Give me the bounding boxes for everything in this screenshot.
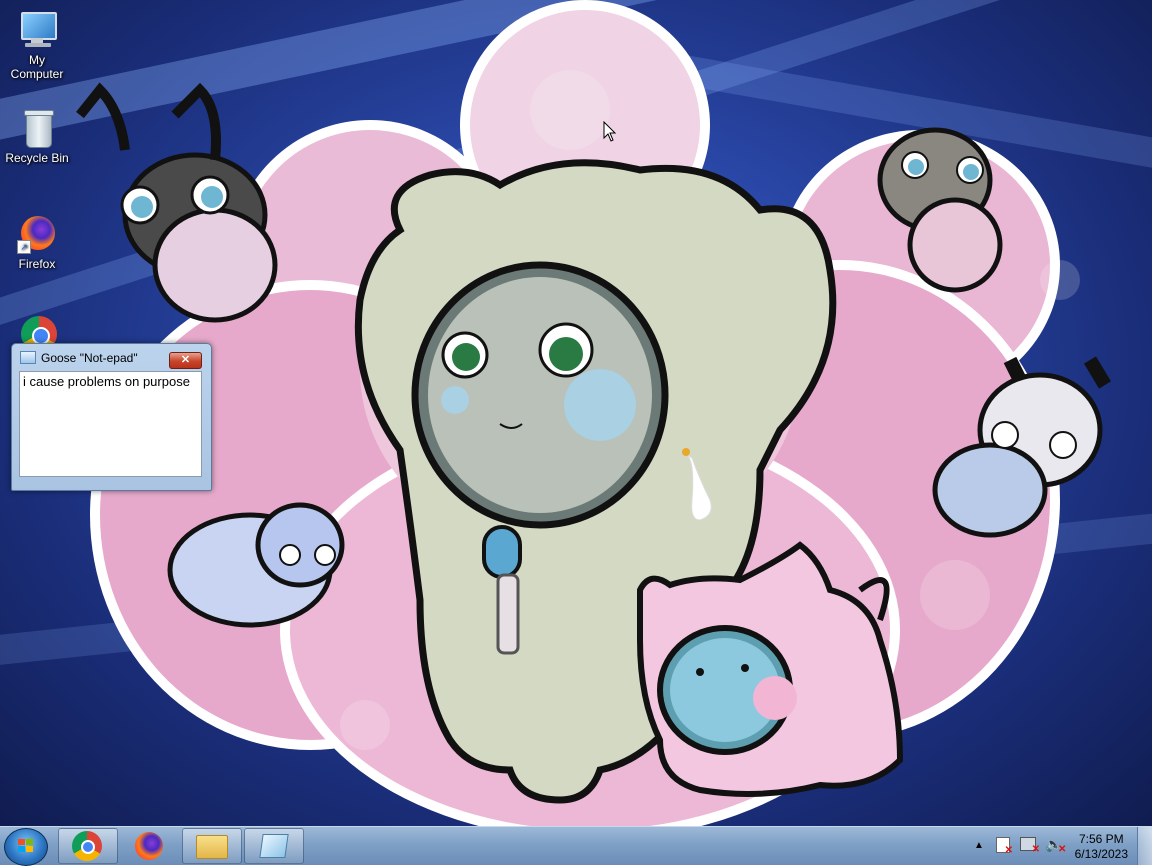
computer-icon <box>17 10 57 50</box>
desktop-icon-label: Firefox <box>18 257 56 271</box>
volume-muted-icon[interactable]: 🔈 ✕ <box>1045 836 1066 855</box>
notepad-icon <box>20 351 36 364</box>
start-button[interactable] <box>4 828 48 866</box>
firefox-icon: ↗ <box>17 214 57 254</box>
mouse-cursor-icon <box>603 121 617 142</box>
folder-icon <box>196 835 228 859</box>
windows-logo-icon <box>18 839 34 853</box>
taskbar-button-chrome[interactable] <box>58 828 118 864</box>
taskbar-button-firefox[interactable] <box>120 828 180 864</box>
clock-date: 6/13/2023 <box>1074 847 1128 861</box>
desktop-icon-label: My Computer <box>10 53 64 81</box>
desktop-icon-firefox[interactable]: ↗ Firefox <box>1 214 73 271</box>
close-button[interactable]: ✕ <box>169 352 202 369</box>
notepad-titlebar[interactable]: Goose "Not-epad" ✕ <box>12 344 211 369</box>
show-desktop-button[interactable] <box>1137 827 1152 865</box>
taskbar-button-file-explorer[interactable] <box>182 828 242 864</box>
desktop-icon-label: Recycle Bin <box>5 151 69 165</box>
action-center-icon[interactable]: ✕ <box>996 837 1013 856</box>
desktop-background[interactable]: My Computer Recycle Bin ↗ Firefox Goose … <box>0 0 1152 826</box>
desktop-icon-my-computer[interactable]: My Computer <box>1 10 73 81</box>
taskbar: ▲ ✕ ✕ 🔈 ✕ 7:56 PM 6/13/2023 <box>0 826 1152 866</box>
recycle-bin-icon <box>17 108 57 148</box>
taskbar-button-notepad[interactable] <box>244 828 304 864</box>
desktop-icon-recycle-bin[interactable]: Recycle Bin <box>1 108 73 165</box>
firefox-icon <box>135 832 163 860</box>
clock-time: 7:56 PM <box>1078 832 1124 846</box>
notepad-text-area[interactable]: i cause problems on purpose <box>19 371 202 477</box>
notepad-title: Goose "Not-epad" <box>41 351 138 365</box>
notepad-icon <box>259 834 289 858</box>
chrome-icon <box>72 831 102 861</box>
system-clock[interactable]: 7:56 PM 6/13/2023 <box>1075 832 1128 862</box>
close-icon: ✕ <box>180 354 191 366</box>
notepad-window[interactable]: Goose "Not-epad" ✕ i cause problems on p… <box>11 343 212 491</box>
network-icon[interactable]: ✕ <box>1020 837 1040 855</box>
show-hidden-icons-button[interactable]: ▲ <box>974 840 984 851</box>
